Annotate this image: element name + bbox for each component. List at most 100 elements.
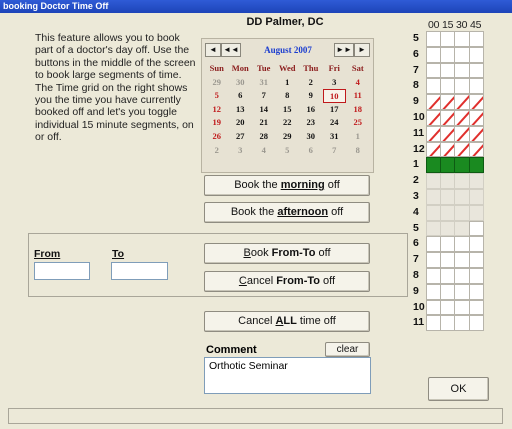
calendar-day[interactable]: 2 bbox=[205, 144, 229, 158]
time-slot[interactable] bbox=[440, 157, 456, 174]
calendar-day[interactable]: 3 bbox=[229, 144, 253, 158]
calendar-day[interactable]: 2 bbox=[299, 76, 323, 90]
calendar-day[interactable]: 5 bbox=[205, 89, 229, 103]
time-slot[interactable] bbox=[426, 46, 442, 63]
time-slot[interactable] bbox=[440, 141, 456, 158]
time-slot[interactable] bbox=[426, 141, 442, 158]
time-slot[interactable] bbox=[468, 188, 484, 205]
time-slot[interactable] bbox=[426, 109, 442, 126]
time-slot[interactable] bbox=[440, 220, 456, 237]
time-slot[interactable] bbox=[426, 204, 442, 221]
calendar-day[interactable]: 12 bbox=[205, 103, 229, 117]
time-slot[interactable] bbox=[426, 252, 442, 268]
time-slot[interactable] bbox=[454, 31, 470, 47]
time-slot[interactable] bbox=[426, 220, 442, 237]
time-slot[interactable] bbox=[440, 173, 456, 189]
to-field[interactable] bbox=[111, 262, 168, 280]
time-slot[interactable] bbox=[468, 299, 484, 316]
time-slot[interactable] bbox=[426, 315, 442, 332]
time-slot[interactable] bbox=[440, 78, 456, 95]
time-slot[interactable] bbox=[454, 220, 470, 237]
calendar-day[interactable]: 11 bbox=[346, 89, 370, 103]
time-slot[interactable] bbox=[454, 141, 470, 158]
time-slot[interactable] bbox=[426, 188, 442, 205]
time-slot[interactable] bbox=[468, 236, 484, 253]
time-slot[interactable] bbox=[440, 315, 456, 332]
time-slot[interactable] bbox=[454, 315, 470, 332]
time-slot[interactable] bbox=[440, 267, 456, 284]
time-slot[interactable] bbox=[440, 109, 456, 126]
calendar-day[interactable]: 15 bbox=[276, 103, 300, 117]
prev-year-button[interactable]: ◄◄ bbox=[221, 43, 241, 57]
calendar-day[interactable]: 1 bbox=[346, 130, 370, 144]
calendar-day[interactable]: 31 bbox=[323, 130, 347, 144]
time-slot[interactable] bbox=[426, 62, 442, 79]
time-slot[interactable] bbox=[468, 173, 484, 189]
calendar-day[interactable]: 16 bbox=[299, 103, 323, 117]
time-slot[interactable] bbox=[468, 315, 484, 332]
time-slot[interactable] bbox=[468, 62, 484, 79]
calendar-day[interactable]: 26 bbox=[205, 130, 229, 144]
calendar-day[interactable]: 7 bbox=[252, 89, 276, 103]
cancel-all-button[interactable]: Cancel ALL time off bbox=[204, 311, 370, 332]
calendar-day[interactable]: 27 bbox=[229, 130, 253, 144]
next-month-button[interactable]: ► bbox=[354, 43, 370, 57]
calendar-day[interactable]: 23 bbox=[299, 116, 323, 130]
calendar-day[interactable]: 28 bbox=[252, 130, 276, 144]
prev-month-button[interactable]: ◄ bbox=[205, 43, 221, 57]
time-slot[interactable] bbox=[468, 283, 484, 300]
calendar-day[interactable]: 10 bbox=[322, 89, 346, 103]
calendar-day[interactable]: 1 bbox=[276, 76, 300, 90]
time-slot[interactable] bbox=[440, 299, 456, 316]
time-slot[interactable] bbox=[454, 299, 470, 316]
time-slot[interactable] bbox=[454, 125, 470, 142]
calendar-day[interactable]: 29 bbox=[276, 130, 300, 144]
cancel-from-to-button[interactable]: Cancel From-To off bbox=[204, 271, 370, 292]
time-slot[interactable] bbox=[440, 46, 456, 63]
calendar-day[interactable]: 8 bbox=[346, 144, 370, 158]
calendar-day[interactable]: 20 bbox=[229, 116, 253, 130]
time-slot[interactable] bbox=[468, 46, 484, 63]
time-slot[interactable] bbox=[454, 283, 470, 300]
calendar-day[interactable]: 4 bbox=[252, 144, 276, 158]
time-slot[interactable] bbox=[440, 62, 456, 79]
calendar-day[interactable]: 19 bbox=[205, 116, 229, 130]
time-slot[interactable] bbox=[468, 31, 484, 47]
calendar-day[interactable]: 17 bbox=[323, 103, 347, 117]
calendar-day[interactable]: 6 bbox=[229, 89, 253, 103]
calendar-day[interactable]: 7 bbox=[323, 144, 347, 158]
calendar-day[interactable]: 29 bbox=[205, 76, 229, 90]
calendar-day[interactable]: 30 bbox=[299, 130, 323, 144]
time-slot[interactable] bbox=[440, 204, 456, 221]
time-slot[interactable] bbox=[468, 157, 484, 174]
time-slot[interactable] bbox=[426, 78, 442, 95]
calendar-day[interactable]: 24 bbox=[323, 116, 347, 130]
calendar-day[interactable]: 31 bbox=[252, 76, 276, 90]
time-slot[interactable] bbox=[426, 157, 442, 174]
time-slot[interactable] bbox=[426, 31, 442, 47]
time-slot[interactable] bbox=[440, 236, 456, 253]
time-slot[interactable] bbox=[454, 46, 470, 63]
calendar-day[interactable]: 9 bbox=[299, 89, 323, 103]
time-slot[interactable] bbox=[454, 236, 470, 253]
book-from-to-button[interactable]: Book From-To off bbox=[204, 243, 370, 264]
calendar-day[interactable]: 4 bbox=[346, 76, 370, 90]
time-slot[interactable] bbox=[468, 204, 484, 221]
time-slot[interactable] bbox=[454, 94, 470, 110]
time-slot[interactable] bbox=[468, 94, 484, 110]
time-slot[interactable] bbox=[440, 94, 456, 110]
time-slot[interactable] bbox=[426, 267, 442, 284]
calendar-day[interactable]: 6 bbox=[299, 144, 323, 158]
time-slot[interactable] bbox=[454, 267, 470, 284]
time-slot[interactable] bbox=[440, 252, 456, 268]
time-slot[interactable] bbox=[454, 157, 470, 174]
time-slot[interactable] bbox=[454, 173, 470, 189]
time-slot[interactable] bbox=[468, 220, 484, 237]
calendar-day[interactable]: 21 bbox=[252, 116, 276, 130]
time-slot[interactable] bbox=[454, 252, 470, 268]
time-slot[interactable] bbox=[426, 236, 442, 253]
calendar-day[interactable]: 18 bbox=[346, 103, 370, 117]
time-slot[interactable] bbox=[468, 252, 484, 268]
calendar-day[interactable]: 25 bbox=[346, 116, 370, 130]
time-slot[interactable] bbox=[454, 188, 470, 205]
